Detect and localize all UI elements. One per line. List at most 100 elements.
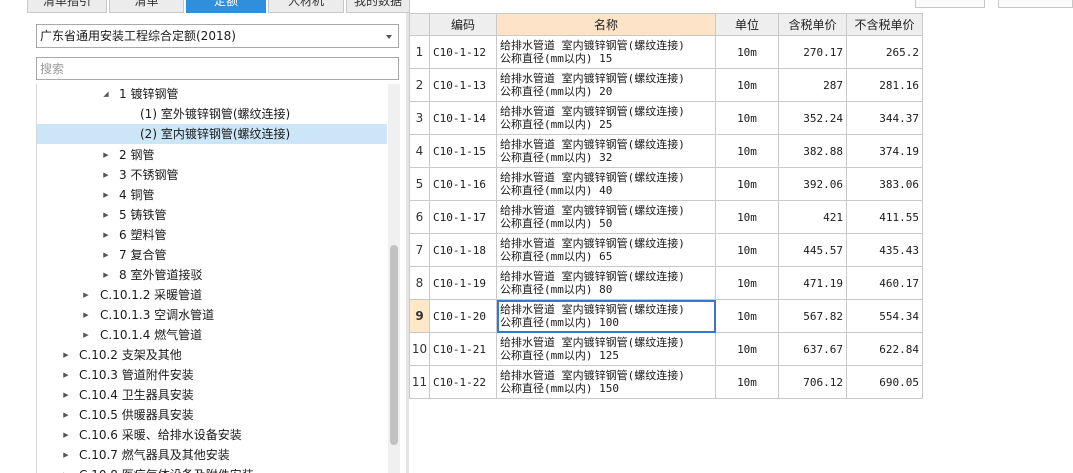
column-header-unit[interactable]: 单位 <box>715 13 779 36</box>
toolbar-button-1[interactable] <box>915 0 985 8</box>
tree-collapsed-icon[interactable]: ▶ <box>101 245 111 265</box>
table-row[interactable]: 5 C10-1-16 给排水管道 室内镀锌钢管(螺纹连接) 公称直径(mm以内) … <box>409 167 923 201</box>
code-cell[interactable]: C10-1-13 <box>429 68 497 102</box>
tree-collapsed-icon[interactable]: ▶ <box>61 385 71 405</box>
row-number[interactable]: 8 <box>409 266 430 300</box>
tax-price-cell[interactable]: 421 <box>778 200 847 234</box>
row-number[interactable]: 3 <box>409 101 430 135</box>
tax-price-cell[interactable]: 352.24 <box>778 101 847 135</box>
name-cell[interactable]: 给排水管道 室内镀锌钢管(螺纹连接) 公称直径(mm以内) 125 <box>496 332 716 366</box>
tax-price-cell[interactable]: 382.88 <box>778 134 847 168</box>
tab-list-guide[interactable]: 清单指引 <box>27 0 107 13</box>
tax-price-cell[interactable]: 706.12 <box>778 365 847 399</box>
tree-collapsed-icon[interactable]: ▶ <box>61 425 71 445</box>
name-cell[interactable]: 给排水管道 室内镀锌钢管(螺纹连接) 公称直径(mm以内) 40 <box>496 167 716 201</box>
row-number[interactable]: 7 <box>409 233 430 267</box>
name-cell[interactable]: 给排水管道 室内镀锌钢管(螺纹连接) 公称直径(mm以内) 65 <box>496 233 716 267</box>
row-number[interactable]: 9 <box>409 299 430 333</box>
tax-price-cell[interactable]: 270.17 <box>778 35 847 69</box>
notax-price-cell[interactable]: 622.84 <box>846 332 923 366</box>
row-number[interactable]: 1 <box>409 35 430 69</box>
unit-cell[interactable]: 10m <box>715 200 779 234</box>
code-cell[interactable]: C10-1-14 <box>429 101 497 135</box>
search-input[interactable] <box>36 57 399 80</box>
column-header-notax-price[interactable]: 不含税单价 <box>846 13 923 36</box>
tree-node[interactable]: ▶ C.10.1.4 燃气管道 <box>37 325 387 345</box>
tree-node[interactable]: ▶ C.10.5 供暖器具安装 <box>37 405 387 425</box>
tax-price-cell[interactable]: 567.82 <box>778 299 847 333</box>
row-number[interactable]: 5 <box>409 167 430 201</box>
notax-price-cell[interactable]: 281.16 <box>846 68 923 102</box>
tree-collapsed-icon[interactable]: ▶ <box>61 465 71 473</box>
tree-collapsed-icon[interactable]: ▶ <box>61 405 71 425</box>
code-cell[interactable]: C10-1-15 <box>429 134 497 168</box>
tree-node[interactable]: ▶ 5 铸铁管 <box>37 205 387 225</box>
tree-collapsed-icon[interactable]: ▶ <box>101 165 111 185</box>
unit-cell[interactable]: 10m <box>715 68 779 102</box>
tree-expanded-icon[interactable]: ◢ <box>101 84 111 104</box>
tree-scrollbar-thumb[interactable] <box>390 245 398 445</box>
tree-collapsed-icon[interactable]: ▶ <box>61 365 71 385</box>
unit-cell[interactable]: 10m <box>715 134 779 168</box>
unit-cell[interactable]: 10m <box>715 167 779 201</box>
code-cell[interactable]: C10-1-20 <box>429 299 497 333</box>
code-cell[interactable]: C10-1-18 <box>429 233 497 267</box>
column-header-tax-price[interactable]: 含税单价 <box>778 13 847 36</box>
tree-node[interactable]: ▶ C.10.3 管道附件安装 <box>37 365 387 385</box>
unit-cell[interactable]: 10m <box>715 332 779 366</box>
tree-collapsed-icon[interactable]: ▶ <box>101 205 111 225</box>
code-cell[interactable]: C10-1-16 <box>429 167 497 201</box>
tree-scrollbar[interactable] <box>388 84 400 473</box>
notax-price-cell[interactable]: 435.43 <box>846 233 923 267</box>
name-cell[interactable]: 给排水管道 室内镀锌钢管(螺纹连接) 公称直径(mm以内) 25 <box>496 101 716 135</box>
code-cell[interactable]: C10-1-12 <box>429 35 497 69</box>
table-row[interactable]: 11 C10-1-22 给排水管道 室内镀锌钢管(螺纹连接) 公称直径(mm以内)… <box>409 365 923 399</box>
tree-collapsed-icon[interactable]: ▶ <box>101 225 111 245</box>
unit-cell[interactable]: 10m <box>715 233 779 267</box>
unit-cell[interactable]: 10m <box>715 266 779 300</box>
unit-cell[interactable]: 10m <box>715 299 779 333</box>
tree-collapsed-icon[interactable]: ▶ <box>101 145 111 165</box>
tab-bill[interactable]: 清单 <box>109 0 184 13</box>
tree-node[interactable]: ▶ C.10.4 卫生器具安装 <box>37 385 387 405</box>
tree-node[interactable]: ▶ 4 铜管 <box>37 185 387 205</box>
table-row[interactable]: 4 C10-1-15 给排水管道 室内镀锌钢管(螺纹连接) 公称直径(mm以内) … <box>409 134 923 168</box>
code-cell[interactable]: C10-1-19 <box>429 266 497 300</box>
tree-node[interactable]: ▶ C.10.6 采暖、给排水设备安装 <box>37 425 387 445</box>
table-row[interactable]: 7 C10-1-18 给排水管道 室内镀锌钢管(螺纹连接) 公称直径(mm以内) … <box>409 233 923 267</box>
notax-price-cell[interactable]: 383.06 <box>846 167 923 201</box>
tree-collapsed-icon[interactable]: ▶ <box>101 185 111 205</box>
row-number[interactable]: 6 <box>409 200 430 234</box>
tab-labor-material-machine[interactable]: 人材机 <box>268 0 344 13</box>
name-cell[interactable]: 给排水管道 室内镀锌钢管(螺纹连接) 公称直径(mm以内) 50 <box>496 200 716 234</box>
row-number[interactable]: 10 <box>409 332 430 366</box>
tab-my-data[interactable]: 我的数据 <box>346 0 410 13</box>
tree-node[interactable]: ▶ 2 钢管 <box>37 145 387 165</box>
tree-node[interactable]: ▶ 6 塑料管 <box>37 225 387 245</box>
tab-quota[interactable]: 定额 <box>186 0 266 13</box>
table-row[interactable]: 6 C10-1-17 给排水管道 室内镀锌钢管(螺纹连接) 公称直径(mm以内) … <box>409 200 923 234</box>
tree-collapsed-icon[interactable]: ▶ <box>81 285 91 305</box>
tree-node[interactable]: ◢ 1 镀锌钢管 <box>37 84 387 104</box>
tree-node[interactable]: ▶ C.10.7 燃气器具及其他安装 <box>37 445 387 465</box>
row-number[interactable]: 11 <box>409 365 430 399</box>
tree-node[interactable]: ▶ C.10.2 支架及其他 <box>37 345 387 365</box>
code-cell[interactable]: C10-1-22 <box>429 365 497 399</box>
tree-node[interactable]: ▶ C.10.1.3 空调水管道 <box>37 305 387 325</box>
name-cell[interactable]: 给排水管道 室内镀锌钢管(螺纹连接) 公称直径(mm以内) 80 <box>496 266 716 300</box>
name-cell[interactable]: 给排水管道 室内镀锌钢管(螺纹连接) 公称直径(mm以内) 150 <box>496 365 716 399</box>
table-row[interactable]: 1 C10-1-12 给排水管道 室内镀锌钢管(螺纹连接) 公称直径(mm以内) … <box>409 35 923 69</box>
tree-node[interactable]: ▶ C.10.1.2 采暖管道 <box>37 285 387 305</box>
tree-node-selected[interactable]: (2) 室内镀锌钢管(螺纹连接) <box>37 124 387 144</box>
notax-price-cell[interactable]: 460.17 <box>846 266 923 300</box>
table-row[interactable]: 10 C10-1-21 给排水管道 室内镀锌钢管(螺纹连接) 公称直径(mm以内)… <box>409 332 923 366</box>
table-row-active[interactable]: 9 C10-1-20 给排水管道 室内镀锌钢管(螺纹连接) 公称直径(mm以内) … <box>409 299 923 333</box>
tree-collapsed-icon[interactable]: ▶ <box>101 265 111 285</box>
tree-collapsed-icon[interactable]: ▶ <box>61 345 71 365</box>
unit-cell[interactable]: 10m <box>715 35 779 69</box>
name-cell-focused[interactable]: 给排水管道 室内镀锌钢管(螺纹连接) 公称直径(mm以内) 100 <box>496 299 716 333</box>
tree-node[interactable]: (1) 室外镀锌钢管(螺纹连接) <box>37 104 387 124</box>
tax-price-cell[interactable]: 445.57 <box>778 233 847 267</box>
unit-cell[interactable]: 10m <box>715 365 779 399</box>
table-row[interactable]: 3 C10-1-14 给排水管道 室内镀锌钢管(螺纹连接) 公称直径(mm以内) … <box>409 101 923 135</box>
